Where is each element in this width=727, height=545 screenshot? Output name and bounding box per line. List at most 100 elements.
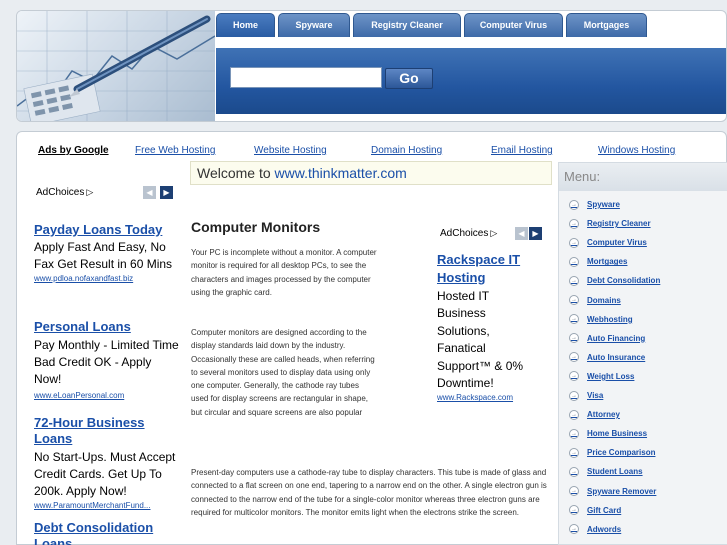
adchoices-icon: ▷ — [490, 228, 498, 238]
article-title: Computer Monitors — [191, 219, 321, 235]
menu-item-computer-virus[interactable]: → Computer Virus — [569, 233, 719, 252]
menu-item-adwords[interactable]: → Adwords — [569, 520, 719, 539]
tab-registry-cleaner[interactable]: Registry Cleaner — [353, 13, 461, 37]
menu-item-label: Registry Cleaner — [587, 219, 651, 229]
ad-body: Hosted IT Business Solutions, Fanatical … — [437, 289, 524, 391]
menu-item-label: Gift Card — [587, 505, 622, 515]
top-link-domain-hosting[interactable]: Domain Hosting — [371, 145, 442, 156]
menu-item-label: Adwords — [587, 524, 622, 534]
menu-item-visa[interactable]: → Visa — [569, 386, 719, 405]
ad-body: Apply Fast And Easy, No Fax Get Result i… — [34, 240, 173, 271]
menu-item-label: Debt Consolidation — [587, 276, 661, 286]
arrow-right-icon: → — [569, 428, 579, 439]
article-paragraph: Your PC is incomplete without a monitor.… — [191, 248, 377, 297]
welcome-site-link[interactable]: www.thinkmatter.com — [275, 165, 407, 181]
top-link-website-hosting[interactable]: Website Hosting — [254, 145, 327, 156]
menu-item-label: Student Loans — [587, 467, 643, 477]
ads-by-google-link[interactable]: Ads by Google — [38, 145, 109, 156]
menu-item-label: Home Business — [587, 429, 648, 439]
adchoices-text: AdChoices — [36, 187, 85, 198]
top-link-free-web-hosting[interactable]: Free Web Hosting — [135, 145, 215, 156]
menu-item-spyware[interactable]: → Spyware — [569, 195, 719, 214]
go-button[interactable]: Go — [385, 68, 433, 89]
arrow-right-icon: → — [569, 447, 579, 458]
ads-next-button[interactable]: ▶ — [160, 186, 173, 199]
arrow-right-icon: → — [569, 486, 579, 496]
tab-home[interactable]: Home — [216, 13, 275, 37]
ad-personal-loans: Personal Loans Pay Monthly - Limited Tim… — [34, 319, 180, 402]
arrow-right-icon: → — [569, 275, 579, 286]
ad-payday-loans: Payday Loans Today Apply Fast And Easy, … — [34, 222, 180, 285]
header-finance-image — [17, 11, 215, 121]
finance-chart-pen-image — [17, 11, 215, 121]
arrow-right-icon: → — [569, 237, 579, 248]
ad-url[interactable]: www.Rackspace.com — [437, 392, 537, 404]
menu-item-gift-card[interactable]: → Gift Card — [569, 501, 719, 520]
inline-ads-next-button[interactable]: ▶ — [529, 227, 542, 240]
menu-item-label: Weight Loss — [587, 371, 635, 381]
menu-item-label: Domains — [587, 295, 621, 305]
ad-body: No Start-Ups. Must Accept Credit Cards. … — [34, 450, 176, 498]
top-link-email-hosting[interactable]: Email Hosting — [491, 145, 553, 156]
article-paragraph: Present-day computers use a cathode-ray … — [191, 468, 547, 517]
menu-item-weight-loss[interactable]: → Weight Loss — [569, 367, 719, 386]
ad-title[interactable]: Payday Loans Today — [34, 222, 180, 238]
welcome-prefix: Welcome to — [197, 165, 275, 181]
menu-item-label: Price Comparison — [587, 448, 656, 458]
menu-item-auto-insurance[interactable]: → Auto Insurance — [569, 348, 719, 367]
top-link-windows-hosting[interactable]: Windows Hosting — [598, 145, 675, 156]
menu-item-home-business[interactable]: → Home Business — [569, 424, 719, 443]
adchoices-text: AdChoices — [440, 228, 489, 239]
inline-ads-prev-button[interactable]: ◀ — [515, 227, 528, 240]
ad-url[interactable]: www.pdloa.nofaxandfast.biz — [34, 273, 180, 285]
tab-computer-virus[interactable]: Computer Virus — [464, 13, 563, 37]
tab-mortgages[interactable]: Mortgages — [566, 13, 647, 37]
ad-url[interactable]: www.eLoanPersonal.com — [34, 390, 180, 402]
arrow-right-icon: → — [569, 352, 579, 363]
article-paragraph: Computer monitors are designed according… — [191, 328, 375, 417]
ad-title[interactable]: 72-Hour Business Loans — [34, 415, 154, 447]
menu-item-label: Spyware — [587, 200, 620, 209]
menu-item-label: Mortgages — [587, 257, 628, 267]
arrow-right-icon: → — [569, 199, 579, 210]
ad-rackspace: Rackspace IT Hosting Hosted IT Business … — [437, 251, 537, 404]
menu-item-price-comparison[interactable]: → Price Comparison — [569, 443, 719, 462]
arrow-right-icon: → — [569, 314, 579, 325]
menu-item-spyware-remover[interactable]: → Spyware Remover — [569, 482, 719, 501]
ad-body: Pay Monthly - Limited Time Bad Credit OK… — [34, 338, 179, 386]
menu-item-registry-cleaner[interactable]: → Registry Cleaner — [569, 214, 719, 233]
ads-prev-button[interactable]: ◀ — [143, 186, 156, 199]
arrow-right-icon: → — [569, 295, 579, 305]
arrow-right-icon: → — [569, 256, 579, 267]
arrow-right-icon: → — [569, 218, 579, 229]
adchoices-label[interactable]: AdChoices ▷ — [36, 187, 93, 198]
menu-item-label: Auto Financing — [587, 333, 646, 343]
sidebar-menu: Menu: → Spyware → Registry Cleaner → Computer… — [558, 162, 727, 545]
inline-adchoices-label[interactable]: AdChoices ▷ — [440, 228, 497, 239]
arrow-right-icon: → — [569, 333, 579, 344]
menu-item-label: Webhosting — [587, 314, 633, 324]
menu-item-domains[interactable]: → Domains — [569, 291, 719, 310]
ad-url[interactable]: www.ParamountMerchantFund... — [34, 500, 180, 512]
menu-item-auto-financing[interactable]: → Auto Financing — [569, 329, 719, 348]
menu-item-label: Visa — [587, 391, 604, 400]
arrow-right-icon: → — [569, 466, 579, 477]
menu-item-label: Spyware Remover — [587, 486, 657, 496]
tab-spyware[interactable]: Spyware — [278, 13, 350, 37]
arrow-right-icon: → — [569, 409, 579, 420]
ad-title[interactable]: Personal Loans — [34, 319, 180, 335]
search-input[interactable] — [230, 67, 382, 88]
menu-item-attorney[interactable]: → Attorney — [569, 405, 719, 424]
menu-item-webhosting[interactable]: → Webhosting — [569, 310, 719, 329]
menu-item-label: Attorney — [587, 410, 620, 420]
menu-item-debt-consolidation[interactable]: → Debt Consolidation — [569, 271, 719, 290]
arrow-right-icon: → — [569, 524, 579, 535]
adchoices-icon: ▷ — [86, 187, 94, 197]
menu-header: Menu: — [559, 163, 727, 191]
ad-title[interactable]: Rackspace IT Hosting — [437, 251, 537, 287]
arrow-right-icon: → — [569, 371, 579, 382]
menu-item-mortgages[interactable]: → Mortgages — [569, 252, 719, 271]
menu-item-label: Auto Insurance — [587, 352, 646, 362]
ad-title[interactable]: Debt Consolidation Loans — [34, 520, 180, 545]
menu-item-student-loans[interactable]: → Student Loans — [569, 462, 719, 481]
